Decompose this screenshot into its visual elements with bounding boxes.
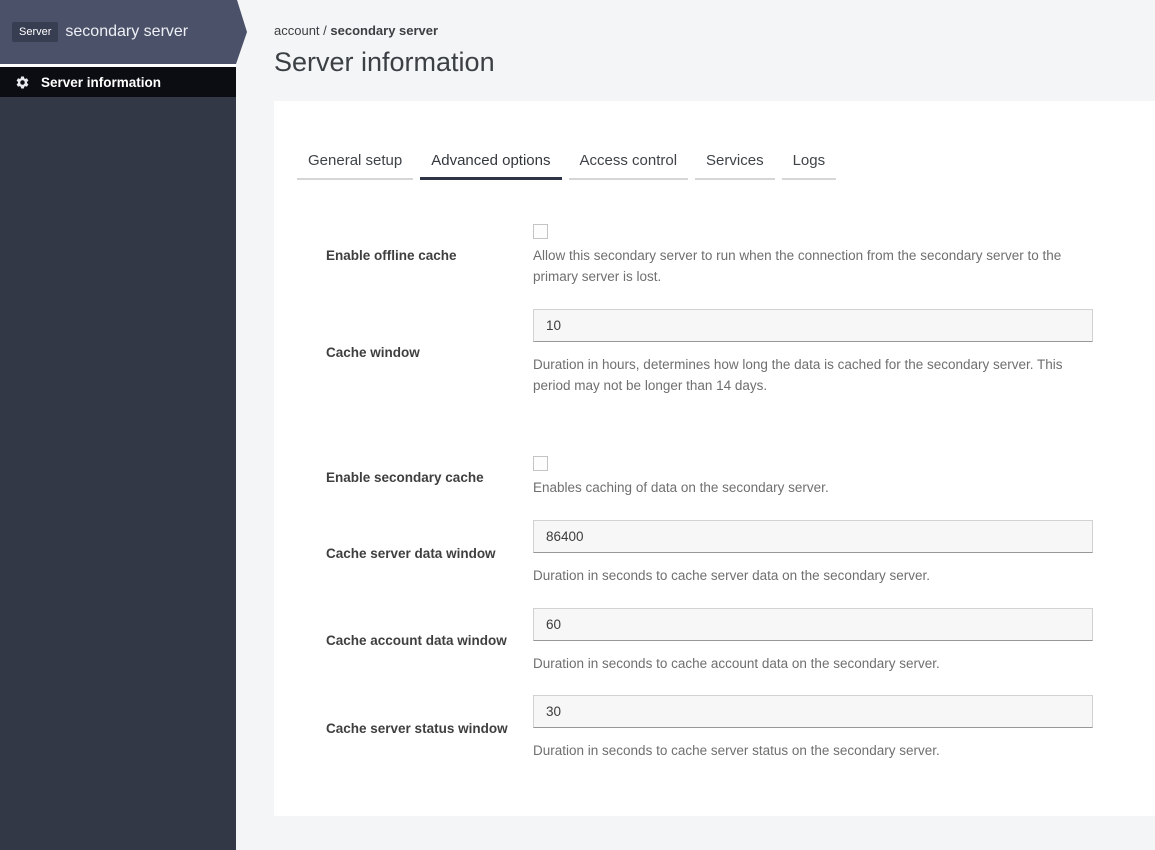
server-badge: Server [12,22,59,42]
form-row-enable-offline-cache: Enable offline cache Allow this secondary… [326,224,1093,288]
field-label: Cache server status window [326,721,508,737]
cache-account-data-window-input[interactable] [533,607,1093,641]
field-help: Duration in seconds to cache server data… [533,567,930,583]
field-label: Cache server data window [326,545,496,561]
main-content: account / secondary server Server inform… [236,0,1155,850]
field-control: Duration in hours, determines how long t… [533,308,1093,397]
form-row-cache-server-status-window: Cache server status window Duration in se… [326,695,1093,762]
sidebar-item-server-information[interactable]: Server information [0,67,236,97]
page-title: Server information [274,47,495,77]
field-help: Duration in hours, determines how long t… [533,356,1063,393]
form-row-cache-account-data-window: Cache account data window Duration in sec… [326,607,1093,675]
field-help: Duration in seconds to cache server stat… [533,743,940,759]
tabs: General setup Advanced options Access cont… [297,146,1155,180]
sidebar-item-label: Server information [41,74,162,90]
field-control: Duration in seconds to cache account dat… [533,607,1093,675]
cache-window-input[interactable] [533,308,1093,342]
field-control: Allow this secondary server to run when … [533,224,1093,288]
cache-server-data-window-input[interactable] [533,519,1093,553]
field-help: Enables caching of data on the secondary… [533,479,829,495]
field-control: Duration in seconds to cache server stat… [533,695,1093,762]
enable-secondary-cache-checkbox[interactable] [533,455,548,471]
sidebar-header: Server secondary server [0,0,247,64]
field-control: Duration in seconds to cache server data… [533,519,1093,587]
field-label: Enable offline cache [326,248,457,264]
field-label: Cache account data window [326,633,507,649]
sidebar: Server secondary server Server informati… [0,0,247,850]
field-help: Duration in seconds to cache account dat… [533,655,940,671]
form-row-enable-secondary-cache: Enable secondary cache Enables caching of… [326,455,1093,499]
field-control: Enables caching of data on the secondary… [533,455,1093,499]
breadcrumb: account / secondary server [274,23,1155,38]
tab-access-control[interactable]: Access control [568,146,689,180]
field-help: Allow this secondary server to run when … [533,248,1062,284]
advanced-options-form: Enable offline cache Allow this secondary… [297,224,1155,762]
breadcrumb-separator: / [319,23,331,38]
form-row-cache-window: Cache window Duration in hours, determine… [326,308,1093,397]
cache-server-status-window-input[interactable] [533,695,1093,729]
enable-offline-cache-checkbox[interactable] [533,224,548,239]
tab-general-setup[interactable]: General setup [297,146,414,180]
tab-services[interactable]: Services [695,146,775,180]
form-row-cache-server-data-window: Cache server data window Duration in seco… [326,519,1093,587]
tab-logs[interactable]: Logs [781,146,837,180]
gear-icon [15,75,30,90]
breadcrumb-current: secondary server [330,23,439,38]
field-label: Enable secondary cache [326,469,484,485]
tab-advanced-options[interactable]: Advanced options [420,146,562,180]
field-label: Cache window [326,345,420,361]
sidebar-server-name: secondary server [65,23,189,40]
settings-card: General setup Advanced options Access cont… [274,101,1155,816]
breadcrumb-account-link[interactable]: account [274,23,320,38]
